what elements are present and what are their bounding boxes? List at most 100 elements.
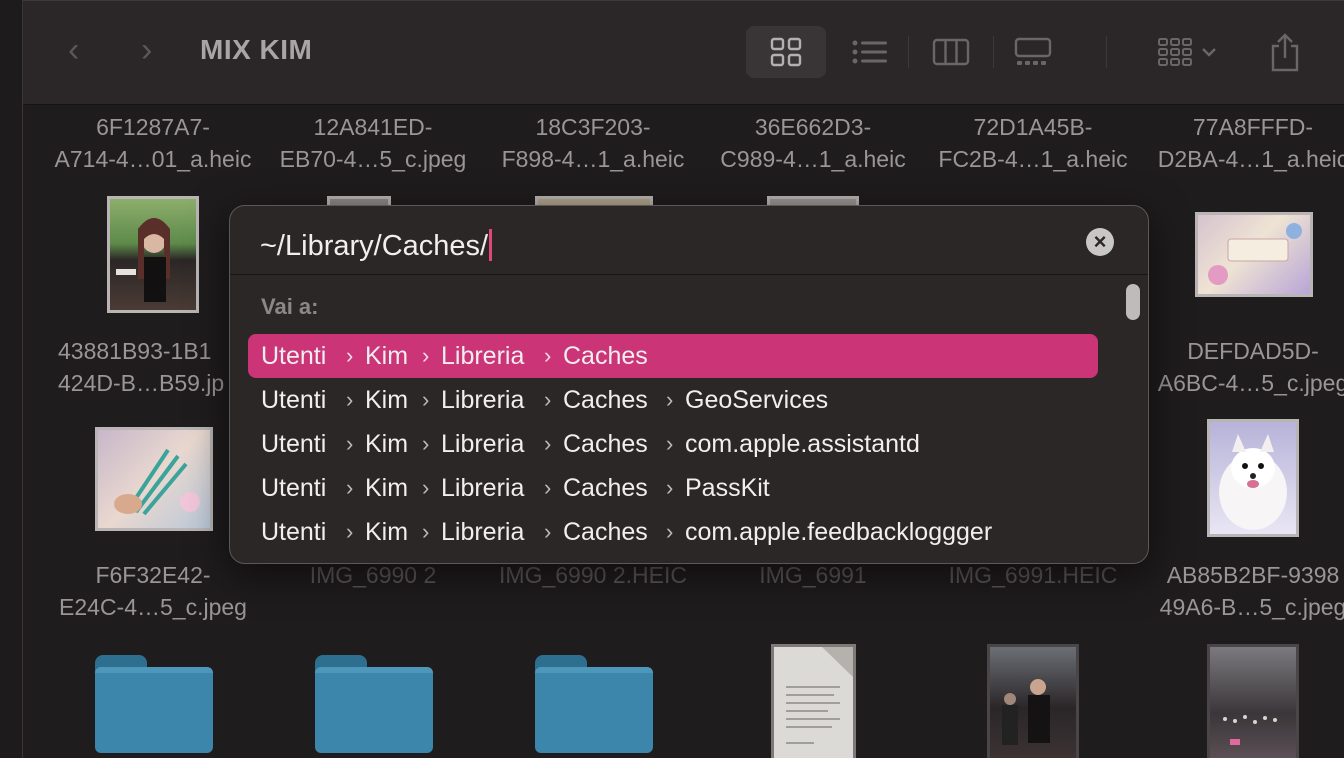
path-segment: Utenti — [261, 474, 327, 502]
path-segment: com.apple.assistantd — [685, 430, 920, 458]
product-photo-icon — [1208, 223, 1302, 285]
path-segment: Libreria — [441, 430, 525, 458]
suggestion-row[interactable]: Utenti › Kim › Libreria › Caches › GeoSe… — [248, 378, 1098, 422]
chevron-right-icon: › — [346, 343, 354, 368]
column-view-icon — [932, 38, 970, 66]
group-by-button[interactable] — [1151, 26, 1223, 78]
path-segment: Libreria — [441, 474, 525, 502]
path-segment: Caches — [563, 518, 648, 546]
toolbar-separator — [1106, 36, 1107, 68]
divider — [230, 274, 1148, 275]
chevron-right-icon: › — [666, 387, 674, 412]
toolbar-separator — [908, 36, 909, 68]
path-input-value: ~/Library/Caches/ — [260, 230, 489, 262]
photo-thumbnail[interactable] — [987, 644, 1079, 758]
gallery-view-button[interactable] — [1008, 26, 1058, 78]
path-segment: Kim — [365, 386, 409, 414]
group-by-icon — [1158, 38, 1192, 66]
forward-button[interactable]: › — [141, 30, 152, 70]
chevron-right-icon: › — [422, 343, 430, 368]
path-segment: GeoServices — [685, 386, 829, 414]
path-segment: Utenti — [261, 518, 327, 546]
folder-icon[interactable] — [95, 655, 213, 753]
share-icon — [1271, 33, 1299, 72]
path-segment: com.apple.feedbackloggger — [685, 518, 993, 546]
suggestion-row[interactable]: Utenti › Kim › Libreria › Caches › com.a… — [248, 510, 1098, 554]
path-segment: Libreria — [441, 518, 525, 546]
suggestion-row[interactable]: Utenti › Kim › Libreria › Caches › com.a… — [248, 422, 1098, 466]
chevron-right-icon: › — [666, 475, 674, 500]
list-view-icon — [852, 40, 887, 64]
document-thumbnail[interactable] — [771, 644, 856, 758]
icon-view-icon — [770, 37, 802, 67]
chevron-down-icon — [1202, 48, 1216, 57]
back-button[interactable]: ‹ — [68, 30, 79, 70]
chevron-right-icon: › — [544, 475, 552, 500]
go-to-folder-dialog: ~/Library/Caches/ × Vai a: Utenti › Kim … — [229, 205, 1149, 564]
path-segment: Caches — [563, 342, 648, 370]
chevron-right-icon: › — [422, 475, 430, 500]
photo-thumbnail[interactable] — [1207, 644, 1299, 758]
path-segment: Utenti — [261, 342, 327, 370]
photo-thumbnail[interactable] — [1207, 419, 1299, 537]
chevron-right-icon: › — [544, 519, 552, 544]
goto-label: Vai a: — [261, 294, 319, 319]
chevron-right-icon: › — [141, 31, 153, 69]
chevron-right-icon: › — [346, 519, 354, 544]
photo-thumbnail[interactable] — [95, 427, 213, 531]
suggestion-row[interactable]: Utenti › Kim › Libreria › Caches — [248, 334, 1098, 378]
share-button[interactable] — [1263, 26, 1307, 78]
file-name[interactable]: 77A8FFFD- D2BA-4…1_a.heic — [1138, 111, 1344, 175]
path-segment: Caches — [563, 474, 648, 502]
scrollbar-thumb[interactable] — [1126, 284, 1140, 320]
chevron-right-icon: › — [346, 475, 354, 500]
photo-thumbnail[interactable] — [1195, 212, 1313, 297]
chevron-right-icon: › — [346, 431, 354, 456]
column-view-button[interactable] — [926, 26, 976, 78]
path-segment: Kim — [365, 518, 409, 546]
chevron-right-icon: › — [544, 387, 552, 412]
product-photo-icon — [114, 448, 200, 516]
folder-icon[interactable] — [315, 655, 433, 753]
path-input[interactable]: ~/Library/Caches/ — [260, 224, 493, 268]
clear-icon: × — [1093, 229, 1107, 254]
folder-icon[interactable] — [535, 655, 653, 753]
dog-photo-icon — [1219, 434, 1287, 530]
file-name[interactable]: 6F1287A7- A714-4…01_a.heic — [38, 111, 268, 175]
gallery-view-icon — [1014, 37, 1052, 65]
path-segment: Utenti — [261, 386, 327, 414]
file-name[interactable]: DEFDAD5D- A6BC-4…5_c.jpeg — [1138, 335, 1344, 399]
file-name[interactable]: 18C3F203- F898-4…1_a.heic — [478, 111, 708, 175]
suggestion-row[interactable]: Utenti › Kim › Libreria › Caches › PassK… — [248, 466, 1098, 510]
path-segment: Kim — [365, 474, 409, 502]
chevron-right-icon: › — [544, 343, 552, 368]
text-caret — [489, 229, 493, 262]
path-segment: Kim — [365, 430, 409, 458]
chevron-left-icon: ‹ — [68, 31, 80, 69]
event-photo-icon — [1223, 715, 1277, 745]
path-segment: PassKit — [685, 474, 770, 502]
person-photo-icon — [116, 218, 170, 302]
file-name[interactable]: AB85B2BF-9398 49A6-B…5_c.jpeg — [1138, 559, 1344, 623]
icon-view-button[interactable] — [746, 26, 826, 78]
list-view-button[interactable] — [845, 26, 895, 78]
file-name[interactable]: 72D1A45B- FC2B-4…1_a.heic — [918, 111, 1148, 175]
window-title: MIX KIM — [200, 34, 313, 65]
toolbar: ‹ › MIX KIM — [23, 0, 1344, 105]
path-segment: Libreria — [441, 386, 525, 414]
file-name[interactable]: 43881B93-1B1 424D-B…B59.jp — [38, 335, 258, 399]
file-name[interactable]: 12A841ED- EB70-4…5_c.jpeg — [258, 111, 488, 175]
crowd-photo-icon — [1002, 679, 1050, 745]
clear-path-button[interactable]: × — [1086, 228, 1114, 256]
chevron-right-icon: › — [544, 431, 552, 456]
path-segment: Caches — [563, 430, 648, 458]
path-segment: Kim — [365, 342, 409, 370]
chevron-right-icon: › — [422, 519, 430, 544]
chevron-right-icon: › — [422, 387, 430, 412]
file-name[interactable]: 36E662D3- C989-4…1_a.heic — [698, 111, 928, 175]
toolbar-separator — [993, 36, 994, 68]
path-segment: Libreria — [441, 342, 525, 370]
photo-thumbnail[interactable] — [107, 196, 199, 313]
file-name[interactable]: F6F32E42- E24C-4…5_c.jpeg — [38, 559, 268, 623]
path-segment: Utenti — [261, 430, 327, 458]
